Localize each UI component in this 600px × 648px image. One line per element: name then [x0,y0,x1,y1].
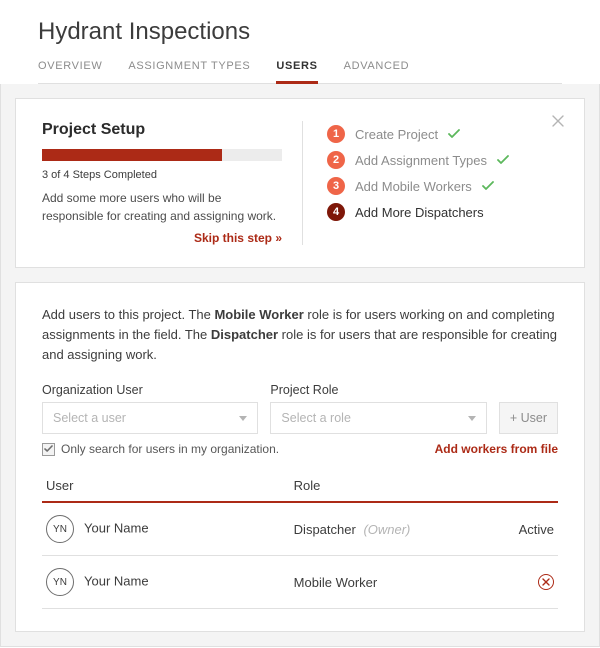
step-label: Create Project [355,127,438,142]
setup-step-4: 4 Add More Dispatchers [327,199,558,225]
owner-tag: (Owner) [363,522,410,537]
avatar: YN [46,515,74,543]
step-number-badge: 4 [327,203,345,221]
project-role-label: Project Role [270,383,486,397]
table-row: YN Your Name Mobile Worker [42,556,558,609]
vertical-divider [302,121,303,245]
setup-step-2: 2 Add Assignment Types [327,147,558,173]
remove-user-button[interactable] [538,574,554,590]
setup-steps-list: 1 Create Project 2 Add Assignment Types … [327,121,558,225]
user-status: Active [498,502,558,556]
setup-title: Project Setup [42,121,282,139]
org-user-label: Organization User [42,383,258,397]
users-intro-text: Add users to this project. The Mobile Wo… [42,305,558,365]
step-number-badge: 1 [327,125,345,143]
select-placeholder: Select a role [281,411,350,425]
close-icon[interactable] [552,115,564,130]
step-number-badge: 2 [327,151,345,169]
setup-description: Add some more users who will be responsi… [42,189,282,225]
setup-progress-fill [42,149,222,161]
add-user-button[interactable]: + User [499,402,558,434]
user-name: Your Name [84,574,149,589]
setup-step-3: 3 Add Mobile Workers [327,173,558,199]
tab-users[interactable]: USERS [276,60,317,84]
skip-step-link[interactable]: Skip this step » [42,231,282,245]
setup-step-1: 1 Create Project [327,121,558,147]
setup-progress-bar [42,149,282,161]
step-label: Add Mobile Workers [355,179,472,194]
users-card: Add users to this project. The Mobile Wo… [15,282,585,632]
tab-advanced[interactable]: ADVANCED [344,60,410,83]
step-label: Add Assignment Types [355,153,487,168]
tab-bar: OVERVIEW ASSIGNMENT TYPES USERS ADVANCED [38,60,562,84]
avatar: YN [46,568,74,596]
project-setup-card: Project Setup 3 of 4 Steps Completed Add… [15,98,585,268]
org-only-label: Only search for users in my organization… [61,442,279,456]
col-user: User [42,472,290,502]
org-only-checkbox[interactable]: Only search for users in my organization… [42,442,279,456]
check-icon [497,153,509,168]
tab-overview[interactable]: OVERVIEW [38,60,102,83]
chevron-down-icon [468,416,476,421]
users-table: User Role YN Your Name Dispatcher (Owner)… [42,472,558,609]
project-role-select[interactable]: Select a role [270,402,486,434]
org-user-select[interactable]: Select a user [42,402,258,434]
page-title: Hydrant Inspections [38,18,562,46]
step-number-badge: 3 [327,177,345,195]
setup-progress-label: 3 of 4 Steps Completed [42,169,282,181]
step-label: Add More Dispatchers [355,205,484,220]
table-row: YN Your Name Dispatcher (Owner) Active [42,502,558,556]
add-workers-from-file-link[interactable]: Add workers from file [435,442,558,456]
tab-assignment-types[interactable]: ASSIGNMENT TYPES [128,60,250,83]
check-icon [482,179,494,194]
checkbox-icon [42,443,55,456]
chevron-down-icon [239,416,247,421]
select-placeholder: Select a user [53,411,126,425]
intro-bold: Mobile Worker [214,307,303,322]
col-role: Role [290,472,498,502]
user-role: Mobile Worker [294,575,378,590]
check-icon [448,127,460,142]
intro-segment: Add users to this project. The [42,307,214,322]
user-name: Your Name [84,521,149,536]
intro-bold: Dispatcher [211,327,278,342]
user-role: Dispatcher [294,522,356,537]
